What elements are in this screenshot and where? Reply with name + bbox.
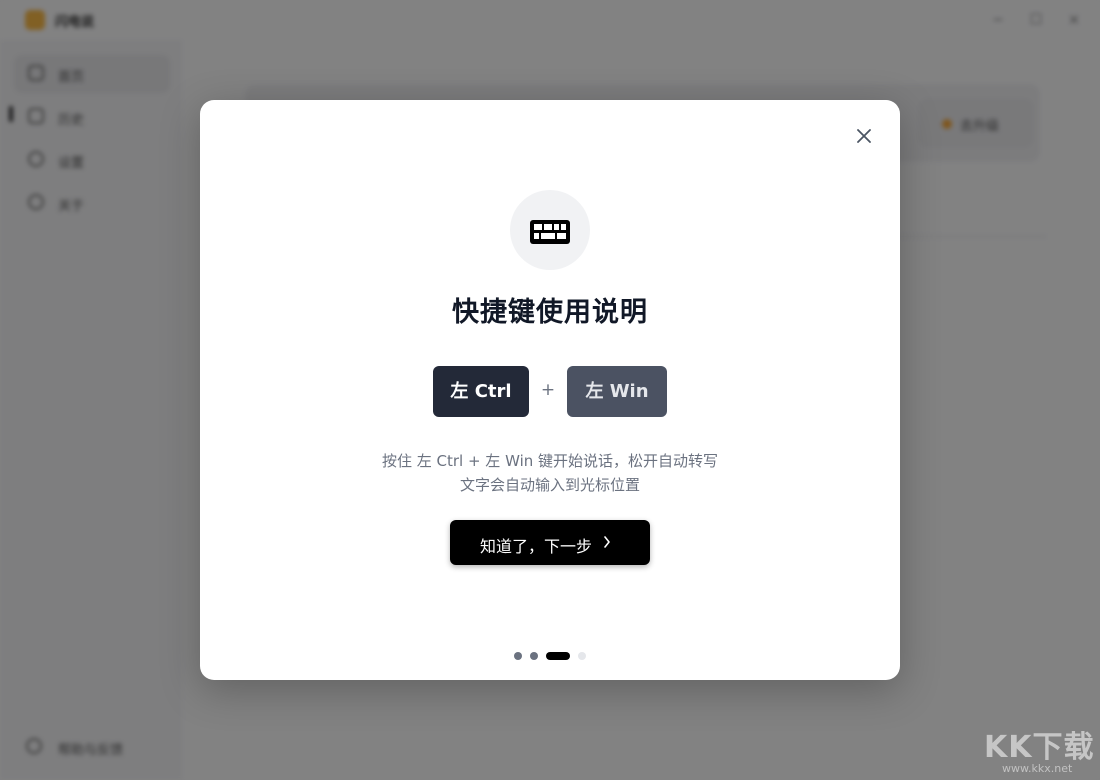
next-step-label: 知道了，下一步	[480, 537, 593, 556]
close-button[interactable]	[850, 124, 878, 148]
plus-sign: +	[540, 380, 556, 400]
watermark-logo: KK下载	[984, 730, 1095, 765]
description-line-2: 文字会自动输入到光标位置	[459, 476, 640, 494]
dialog-title: 快捷键使用说明	[452, 297, 648, 328]
step-indicator-4[interactable]	[578, 652, 586, 660]
next-step-button[interactable]: 知道了，下一步	[450, 520, 650, 565]
chevron-right-icon	[604, 536, 610, 548]
step-indicator-3-active[interactable]	[546, 652, 570, 660]
icon-badge	[510, 190, 590, 270]
keyboard-icon	[530, 220, 570, 244]
key-left-win: 左 Win	[567, 366, 667, 417]
step-indicator-1[interactable]	[514, 652, 522, 660]
close-icon	[857, 129, 871, 143]
watermark-url: www.kkx.net	[1002, 762, 1073, 775]
key-left-ctrl: 左 Ctrl	[433, 366, 529, 417]
shortcut-guide-dialog: 快捷键使用说明 左 Ctrl + 左 Win 按住 左 Ctrl + 左 Win…	[200, 100, 900, 680]
step-indicator-2[interactable]	[530, 652, 538, 660]
description-line-1: 按住 左 Ctrl + 左 Win 键开始说话，松开自动转写	[381, 452, 719, 470]
